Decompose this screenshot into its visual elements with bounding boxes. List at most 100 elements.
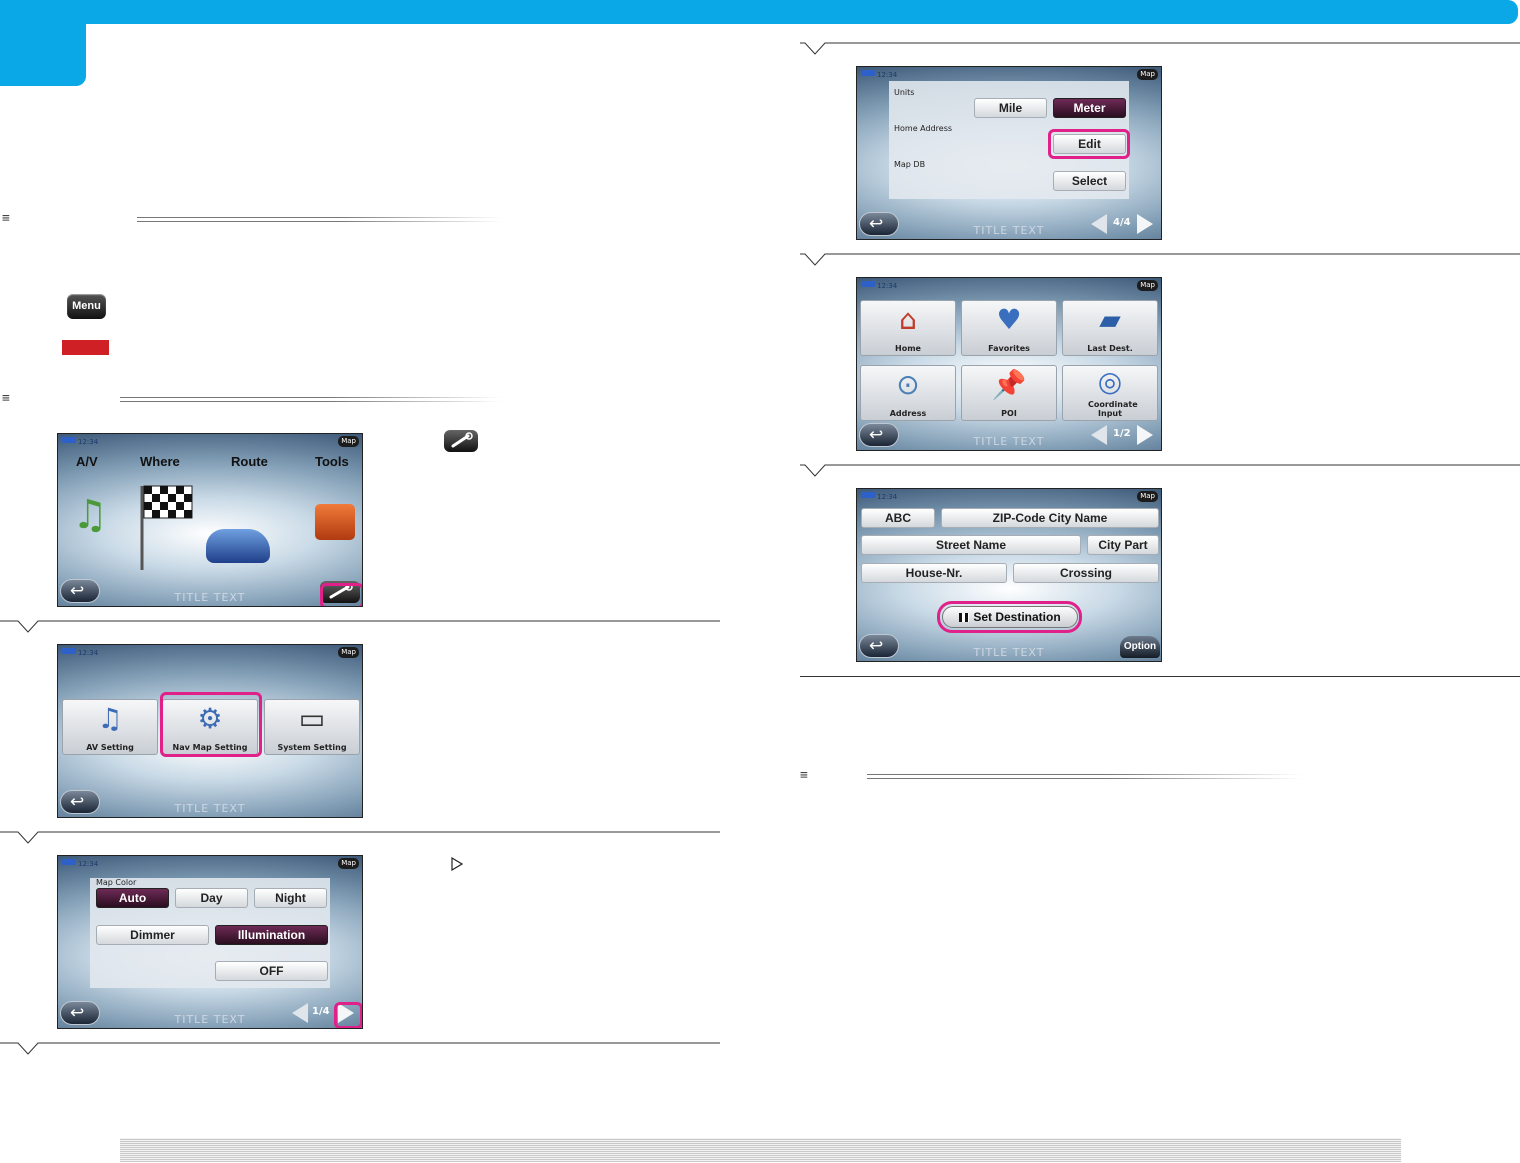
auto-button[interactable]: Auto <box>96 888 169 908</box>
tile-favorites[interactable]: ♥ Favorites <box>961 300 1057 356</box>
option-button[interactable]: Option <box>1120 636 1160 658</box>
mile-button[interactable]: Mile <box>974 98 1047 118</box>
tile-label: Coordinate Input <box>1088 400 1138 418</box>
day-button[interactable]: Day <box>175 888 248 908</box>
screen-where-to: 12:34 Map ⌂ Home ♥ Favorites ▰ Last Dest… <box>856 277 1162 451</box>
select-button[interactable]: Select <box>1053 171 1126 191</box>
map-button[interactable]: Map <box>338 436 359 447</box>
clock-text: 12:34 <box>877 71 898 79</box>
street-name-button[interactable]: Street Name <box>861 535 1081 555</box>
tile-address[interactable]: ⊙ Address <box>860 365 956 421</box>
screen-map-color: 12:34 Map Map Color Auto Day Night Dimme… <box>57 855 363 1029</box>
step-divider <box>800 464 1520 478</box>
heart-icon: ♥ <box>996 303 1022 336</box>
list-icon: ≡ <box>2 211 10 226</box>
section-heading-3: ≡ <box>800 768 1305 784</box>
dimmer-button[interactable]: Dimmer <box>96 925 209 945</box>
battery-icon <box>861 492 875 498</box>
tile-home[interactable]: ⌂ Home <box>860 300 956 356</box>
units-label: Units <box>894 88 915 97</box>
status-clock: 12:34 <box>861 70 897 80</box>
screen-address-entry: 12:34 Map ABC ZIP-Code City Name Street … <box>856 488 1162 662</box>
tab-route[interactable]: Route <box>231 454 268 469</box>
page-indicator: 1/2 <box>1113 428 1131 439</box>
status-clock: 12:34 <box>62 437 98 447</box>
status-clock: 12:34 <box>861 281 897 291</box>
house-nr-button[interactable]: House-Nr. <box>861 563 1007 583</box>
map-button[interactable]: Map <box>338 647 359 658</box>
city-part-button[interactable]: City Part <box>1087 535 1159 555</box>
chapter-tab <box>0 0 86 86</box>
prev-page-icon[interactable] <box>292 1003 308 1023</box>
tile-av-setting[interactable]: ♫ AV Setting <box>62 699 158 755</box>
header-bar-fill <box>0 0 1518 24</box>
tab-where[interactable]: Where <box>140 454 180 469</box>
page-indicator: 4/4 <box>1113 217 1131 228</box>
crossing-button[interactable]: Crossing <box>1013 563 1159 583</box>
play-right-icon <box>451 856 464 875</box>
home-address-label: Home Address <box>894 124 953 133</box>
step-divider <box>0 620 720 634</box>
footer-band <box>120 1138 1401 1162</box>
highlight-next-page <box>334 1002 362 1028</box>
next-page-icon[interactable] <box>1137 214 1153 234</box>
monitor-gear-icon: ▭ <box>298 702 326 735</box>
list-icon: ≡ <box>2 391 10 406</box>
warning-label-box <box>62 340 109 355</box>
pager: 4/4 <box>1091 212 1157 236</box>
tile-label: AV Setting <box>86 743 134 752</box>
status-clock: 12:34 <box>861 492 897 502</box>
map-button[interactable]: Map <box>1137 69 1158 80</box>
highlight-tools <box>320 583 362 606</box>
music-gear-icon: ♫ <box>97 702 123 735</box>
off-button[interactable]: OFF <box>215 961 328 981</box>
checkered-flag-icon <box>138 482 198 576</box>
wrench-icon <box>444 430 478 452</box>
prev-page-icon[interactable] <box>1091 214 1107 234</box>
battery-icon <box>62 437 76 443</box>
highlight-edit <box>1048 129 1130 159</box>
abc-button[interactable]: ABC <box>861 508 935 528</box>
section-rule <box>120 397 502 402</box>
night-button[interactable]: Night <box>254 888 327 908</box>
compass-icon: ◎ <box>1097 365 1123 398</box>
tile-label: Favorites <box>988 344 1030 353</box>
column-end-rule <box>800 676 1520 677</box>
map-button[interactable]: Map <box>1137 491 1158 502</box>
step-divider <box>800 42 1520 56</box>
clock-text: 12:34 <box>877 493 898 501</box>
tile-last-dest[interactable]: ▰ Last Dest. <box>1062 300 1158 356</box>
illumination-button[interactable]: Illumination <box>215 925 328 945</box>
pager: 1/2 <box>1091 423 1157 447</box>
folder-icon: ▰ <box>1099 303 1121 336</box>
map-button[interactable]: Map <box>338 858 359 869</box>
section-rule <box>137 217 502 222</box>
chapter-header-bar <box>0 0 1520 24</box>
prev-page-icon[interactable] <box>1091 425 1107 445</box>
page-indicator: 1/4 <box>312 1006 330 1017</box>
tile-label: Last Dest. <box>1087 344 1133 353</box>
tools-briefcase-icon <box>315 504 355 540</box>
tile-label: Home <box>895 344 921 353</box>
clock-text: 12:34 <box>78 438 99 446</box>
map-db-label: Map DB <box>894 160 926 169</box>
tile-system-setting[interactable]: ▭ System Setting <box>264 699 360 755</box>
tile-label: System Setting <box>277 743 347 752</box>
route-car-icon <box>206 529 270 563</box>
av-music-icon: ♫ <box>72 492 108 538</box>
tile-coordinate-input[interactable]: ◎ Coordinate Input <box>1062 365 1158 421</box>
battery-icon <box>62 648 76 654</box>
battery-icon <box>861 70 875 76</box>
tile-poi[interactable]: 📌 POI <box>961 365 1057 421</box>
tab-av[interactable]: A/V <box>76 454 98 469</box>
section-heading-2: ≡ <box>2 391 502 407</box>
zip-city-button[interactable]: ZIP-Code City Name <box>941 508 1159 528</box>
tab-tools[interactable]: Tools <box>315 454 349 469</box>
battery-icon <box>62 859 76 865</box>
next-page-icon[interactable] <box>1137 425 1153 445</box>
clock-text: 12:34 <box>877 282 898 290</box>
meter-button[interactable]: Meter <box>1053 98 1126 118</box>
map-button[interactable]: Map <box>1137 280 1158 291</box>
step-divider <box>800 253 1520 267</box>
highlight-nav-map-setting <box>160 692 262 757</box>
